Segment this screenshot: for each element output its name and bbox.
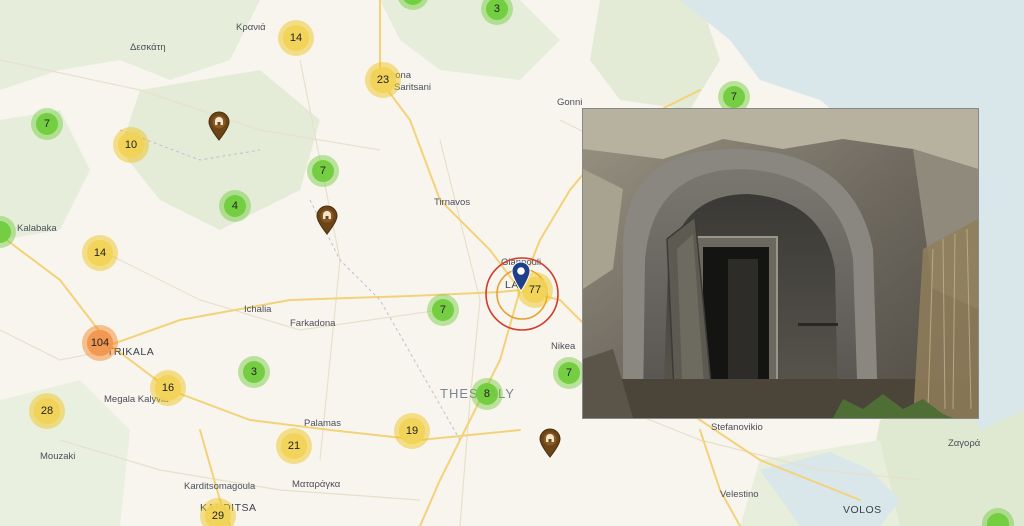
bunker-entrance-photo[interactable] (582, 108, 979, 419)
cluster-count: 7 (439, 303, 447, 316)
cluster-marker[interactable]: 104 (82, 325, 118, 361)
place-label-volos: VOLOS (843, 504, 882, 516)
map-pin-icon[interactable] (510, 260, 532, 297)
cluster-count: 3 (250, 365, 258, 378)
cluster-marker[interactable]: 19 (394, 413, 430, 449)
place-label-nikea: Nikea (551, 341, 576, 352)
cluster-count: 29 (211, 510, 225, 522)
cluster-count: 7 (565, 366, 573, 379)
place-label-palamas: Palamas (304, 418, 341, 429)
cluster-count: 7 (319, 164, 327, 177)
bunker-marker-icon[interactable] (207, 111, 231, 146)
cluster-count: 23 (376, 74, 390, 86)
place-label-mataragka: Ματαράγκα (292, 479, 341, 490)
cluster-count: 10 (124, 139, 138, 151)
bunker-marker-icon[interactable] (538, 428, 562, 463)
cluster-marker[interactable]: 7 (31, 108, 63, 140)
cluster-count: 21 (287, 440, 301, 452)
cluster-marker[interactable]: 8 (471, 378, 503, 410)
cluster-marker[interactable]: 28 (29, 393, 65, 429)
place-label-krania: Κρανιά (236, 22, 266, 33)
cluster-marker[interactable]: 16 (150, 370, 186, 406)
cluster-count: 7 (43, 117, 51, 130)
place-label-stefanovikio: Stefanovikio (711, 422, 763, 433)
place-label-ichalia: Ichalia (244, 304, 272, 315)
place-label-gonni: Gonni (557, 97, 583, 108)
cluster-marker[interactable]: 4 (219, 190, 251, 222)
cluster-count: 28 (40, 405, 54, 417)
place-label-kalabaka: Kalabaka (17, 223, 57, 234)
cluster-marker[interactable]: 23 (365, 62, 401, 98)
cluster-count: 16 (161, 382, 175, 394)
cluster-count: 8 (483, 387, 491, 400)
cluster-marker[interactable]: 14 (278, 20, 314, 56)
place-label-deskati: Δεσκάτη (130, 42, 166, 53)
place-label-farkadona: Farkadona (290, 318, 336, 329)
place-label-zagora: Ζαγορά (948, 438, 981, 449)
cluster-count: 104 (90, 337, 110, 349)
cluster-marker[interactable]: 21 (276, 428, 312, 464)
cluster-count: 14 (289, 32, 303, 44)
map-canvas[interactable]: Δεσκάτη Κρανιά Elassona Saritsani Gonni … (0, 0, 1024, 526)
cluster-marker[interactable]: 7 (427, 294, 459, 326)
cluster-count: 4 (231, 199, 239, 212)
bunker-marker-icon[interactable] (315, 205, 339, 240)
cluster-count: 14 (93, 247, 107, 259)
cluster-marker[interactable]: 7 (307, 155, 339, 187)
place-label-velestino: Velestino (720, 489, 759, 500)
cluster-marker[interactable]: 3 (238, 356, 270, 388)
place-label-tirnavos: Tirnavos (434, 197, 471, 208)
cluster-count: 7 (730, 90, 738, 103)
cluster-count: 19 (405, 425, 419, 437)
cluster-marker[interactable]: 10 (113, 127, 149, 163)
cluster-count: 3 (493, 2, 501, 15)
place-label-karditsomagoula: Karditsomagoula (184, 481, 256, 492)
cluster-marker[interactable]: 29 (200, 498, 236, 526)
cluster-marker[interactable]: 14 (82, 235, 118, 271)
place-label-mouzaki: Mouzaki (40, 451, 76, 462)
bunker-photo-illustration (583, 109, 978, 418)
cluster-marker[interactable]: 7 (553, 357, 585, 389)
